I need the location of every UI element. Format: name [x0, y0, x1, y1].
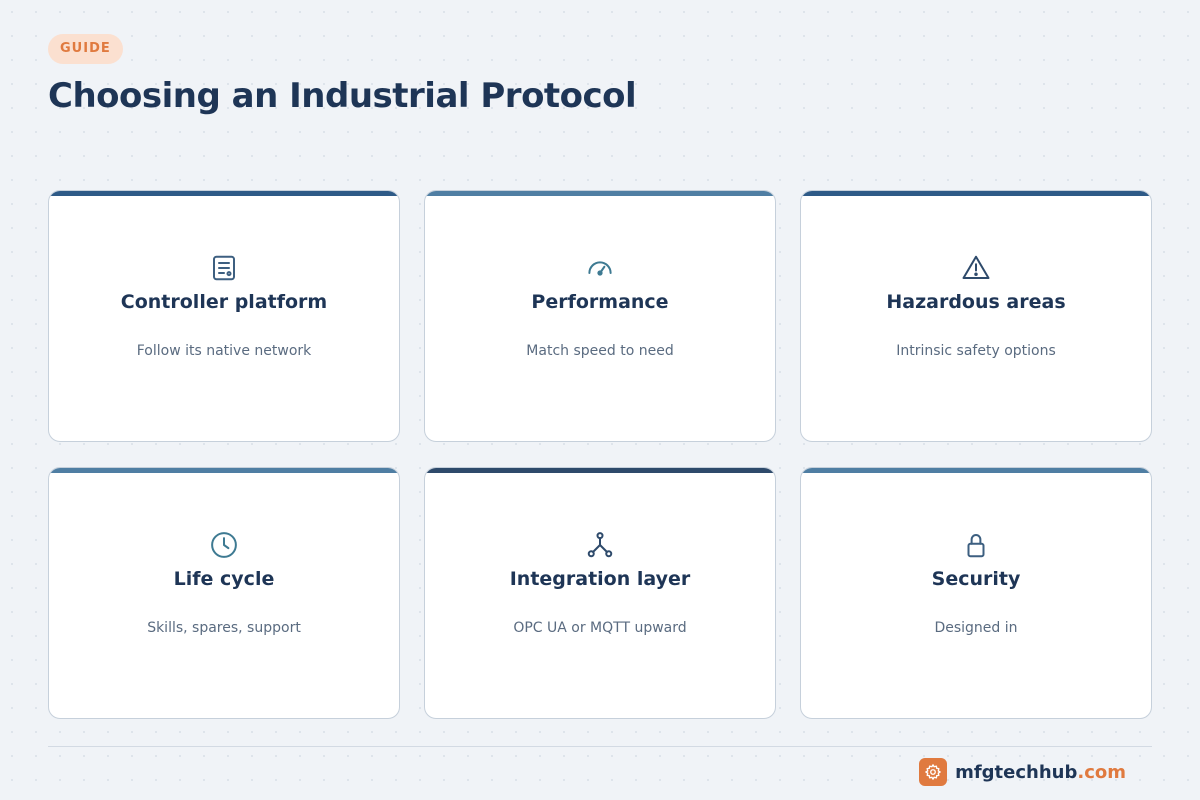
card-accent-bar [49, 191, 399, 196]
card-description: Intrinsic safety options [896, 343, 1056, 359]
guide-badge: GUIDE [48, 34, 123, 64]
page-title: Choosing an Industrial Protocol [48, 76, 637, 116]
card-accent-bar [801, 468, 1151, 473]
controller-icon [209, 253, 239, 283]
card-description: Designed in [934, 620, 1018, 636]
gauge-icon [585, 253, 615, 283]
card-title: Hazardous areas [886, 291, 1066, 313]
brand-tld: .com [1077, 761, 1126, 783]
card-title: Performance [531, 291, 669, 313]
warning-icon [961, 253, 991, 283]
card-controller-platform: Controller platform Follow its native ne… [48, 190, 400, 442]
card-integration-layer: Integration layer OPC UA or MQTT upward [424, 467, 776, 719]
card-description: Match speed to need [526, 343, 674, 359]
card-life-cycle: Life cycle Skills, spares, support [48, 467, 400, 719]
lock-icon [961, 530, 991, 560]
card-performance: Performance Match speed to need [424, 190, 776, 442]
card-title: Controller platform [120, 291, 328, 313]
brand-name: mfgtechhub [955, 761, 1078, 783]
card-hazardous-areas: Hazardous areas Intrinsic safety options [800, 190, 1152, 442]
gear-icon [919, 758, 948, 786]
footer-divider [48, 746, 1152, 747]
card-security: Security Designed in [800, 467, 1152, 719]
network-icon [585, 530, 615, 560]
card-title: Integration layer [509, 568, 691, 590]
card-description: Skills, spares, support [147, 620, 301, 636]
card-accent-bar [425, 468, 775, 473]
card-description: OPC UA or MQTT upward [513, 620, 687, 636]
card-description: Follow its native network [136, 343, 312, 359]
card-title: Security [931, 568, 1021, 590]
brand-link[interactable]: mfgtechhub .com [919, 758, 1126, 786]
card-accent-bar [801, 191, 1151, 196]
clock-icon [209, 530, 239, 560]
card-title: Life cycle [173, 568, 275, 590]
card-accent-bar [49, 468, 399, 473]
card-accent-bar [425, 191, 775, 196]
